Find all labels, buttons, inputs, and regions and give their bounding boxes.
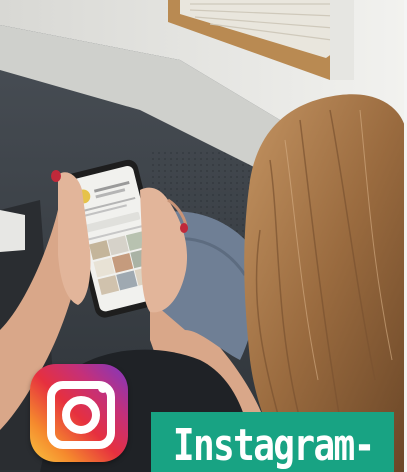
instagram-icon xyxy=(30,364,128,462)
nail-polish xyxy=(180,223,188,233)
banner-title: Instagram- xyxy=(172,420,375,471)
nail-polish xyxy=(51,170,61,182)
paper xyxy=(0,210,25,252)
instagram-icon-dot xyxy=(98,383,108,393)
title-banner: Instagram- xyxy=(151,412,394,472)
instagram-icon-lens xyxy=(62,396,100,434)
window-handle xyxy=(330,0,354,80)
photo-card: Instagram- xyxy=(0,0,407,472)
